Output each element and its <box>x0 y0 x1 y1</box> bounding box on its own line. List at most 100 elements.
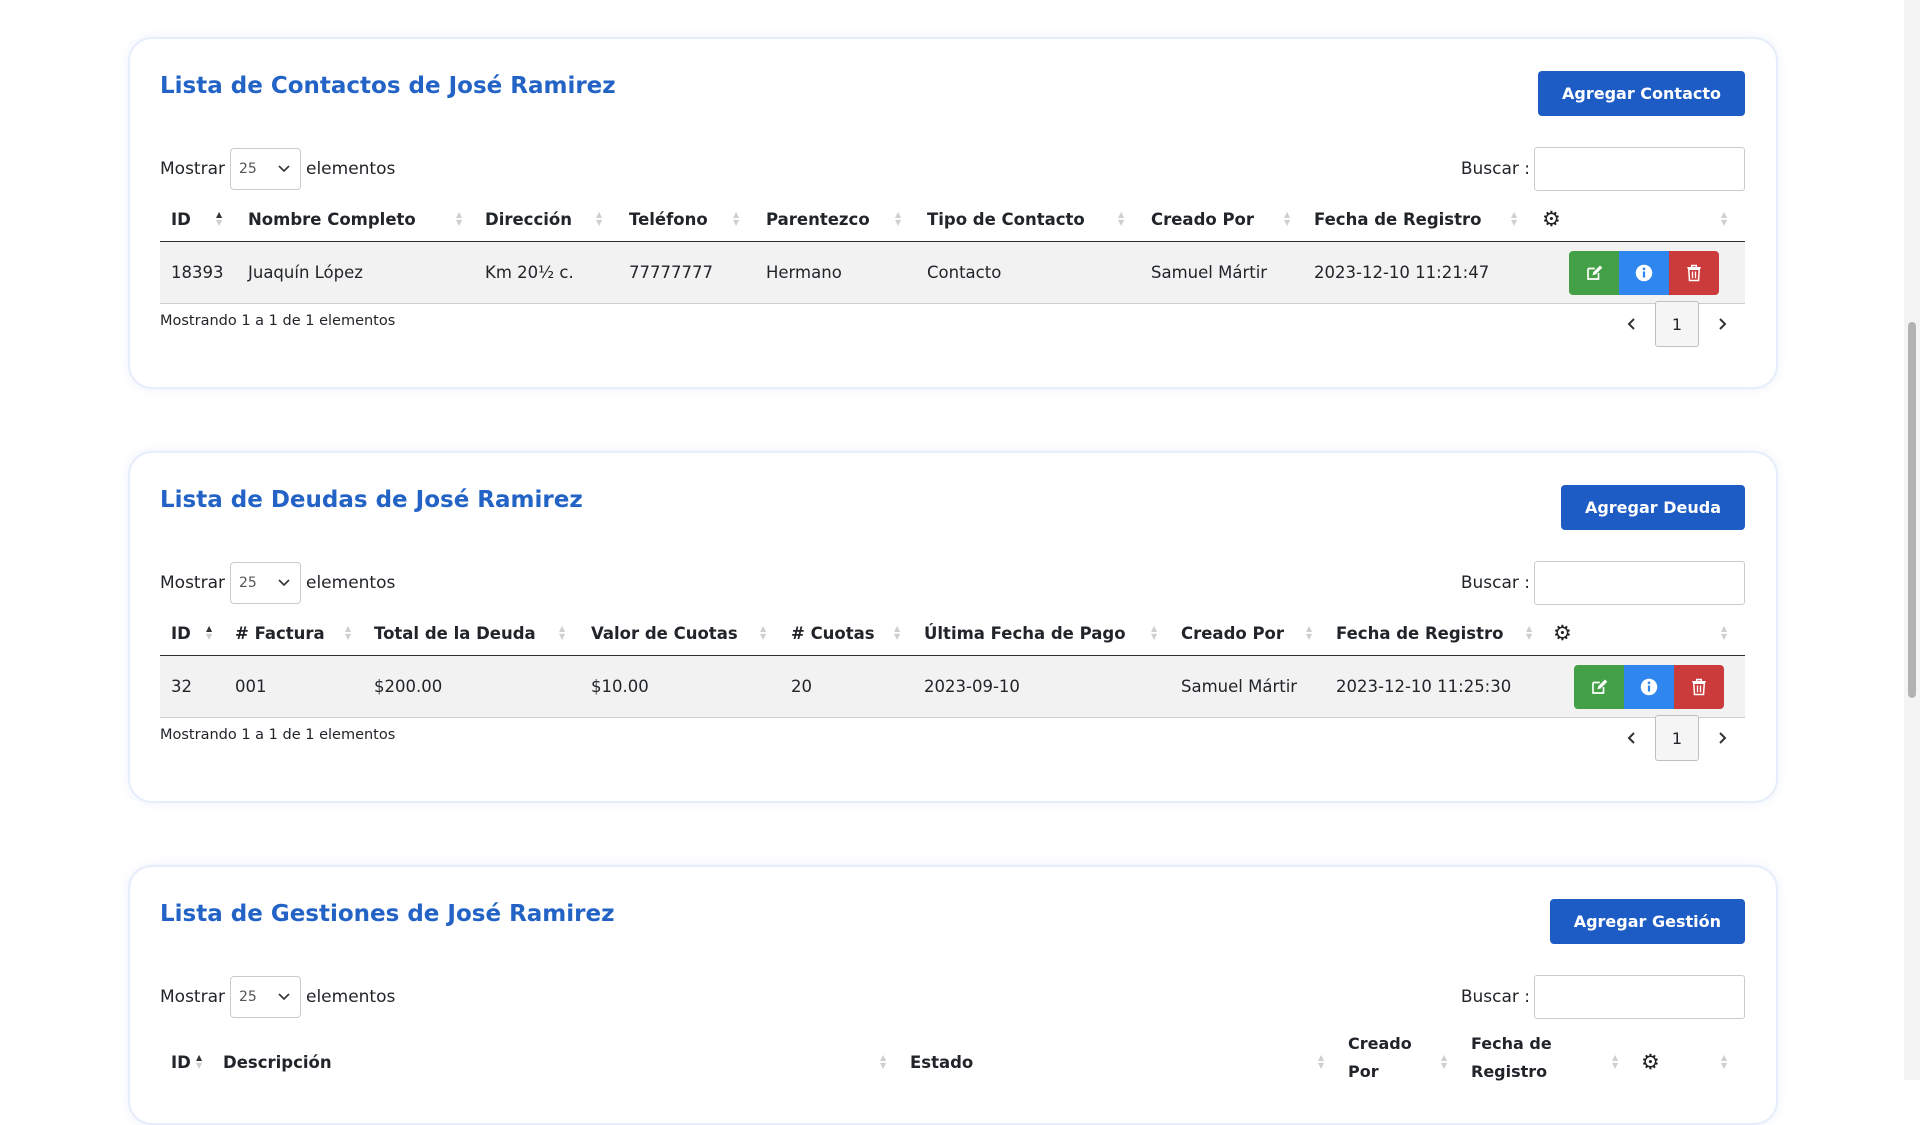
col-header-id[interactable]: ID <box>171 611 191 655</box>
gestiones-card: Lista de Gestiones de José Ramirez Agreg… <box>128 865 1778 1125</box>
add-contact-button[interactable]: Agregar Contacto <box>1538 71 1745 116</box>
sort-icon: ▲ ▼ <box>456 210 463 227</box>
sort-icon: ▲ ▼ <box>1441 1053 1448 1070</box>
sort-icon: ▲ ▼ <box>895 210 902 227</box>
debts-search-input[interactable] <box>1534 561 1745 605</box>
gear-icon: ⚙ <box>1553 621 1572 645</box>
elements-label: elementos <box>306 987 396 1007</box>
cell-cuotas: 20 <box>791 677 812 696</box>
gestiones-search-input[interactable] <box>1534 975 1745 1019</box>
next-page-button[interactable] <box>1699 715 1745 761</box>
edit-icon <box>1592 679 1608 694</box>
row-actions <box>1574 665 1724 709</box>
page-scrollbar[interactable] <box>1904 0 1920 1080</box>
col-header-valor-cuotas[interactable]: Valor de Cuotas <box>591 611 738 655</box>
contacts-search-input[interactable] <box>1534 147 1745 191</box>
col-header-ultima-fecha[interactable]: Última Fecha de Pago <box>924 611 1126 655</box>
page-length-value: 25 <box>239 989 257 1005</box>
cell-id: 18393 <box>171 263 224 282</box>
cell-factura: 001 <box>235 677 267 696</box>
add-debt-button[interactable]: Agregar Deuda <box>1560 485 1745 530</box>
debts-pagination: 1 <box>1609 714 1745 762</box>
debts-search: Buscar : <box>1461 561 1745 605</box>
gestiones-table: ID ▲ ▼ Descripción ▲ ▼ Estado ▲ ▼ Creado Po… <box>160 1031 1745 1093</box>
debts-table-info: Mostrando 1 a 1 de 1 elementos <box>160 727 396 743</box>
chevron-right-icon <box>1719 732 1727 744</box>
gear-icon: ⚙ <box>1641 1050 1660 1074</box>
next-page-button[interactable] <box>1699 301 1745 347</box>
contacts-page-length-select[interactable]: 25 <box>230 148 301 190</box>
cell-direccion: Km 20½ c. <box>485 263 574 282</box>
col-header-fecha[interactable]: Fecha de Registro <box>1314 197 1482 241</box>
contacts-table-info: Mostrando 1 a 1 de 1 elementos <box>160 313 396 329</box>
gear-icon: ⚙ <box>1542 207 1561 231</box>
sort-icon: ▲ ▼ <box>1306 624 1313 641</box>
col-header-creado[interactable]: Creado Por <box>1151 197 1254 241</box>
chevron-down-icon <box>278 579 290 587</box>
col-header-tipo[interactable]: Tipo de Contacto <box>927 197 1085 241</box>
prev-page-button[interactable] <box>1609 715 1655 761</box>
col-header-total[interactable]: Total de la Deuda <box>374 611 536 655</box>
cell-valor-cuotas: $10.00 <box>591 677 649 696</box>
sort-icon: ▲ ▼ <box>880 1053 887 1070</box>
col-header-parentezco[interactable]: Parentezco <box>766 197 870 241</box>
col-header-id[interactable]: ID <box>171 197 191 241</box>
contacts-card: Lista de Contactos de José Ramirez Agreg… <box>128 37 1778 389</box>
chevron-right-icon <box>1719 318 1727 330</box>
col-header-fecha[interactable]: Fecha de Registro <box>1336 611 1504 655</box>
search-label: Buscar : <box>1460 987 1530 1007</box>
info-button[interactable] <box>1619 251 1669 295</box>
cell-total: $200.00 <box>374 677 443 696</box>
gestiones-page-length-select[interactable]: 25 <box>230 976 301 1018</box>
table-header: ID ▲ ▼ Nombre Completo ▲ ▼ Dirección ▲ ▼ Te… <box>160 197 1745 242</box>
cell-creado: Samuel Mártir <box>1181 677 1298 696</box>
contacts-title: Lista de Contactos de José Ramirez <box>160 73 616 99</box>
page-length-value: 25 <box>239 161 257 177</box>
prev-page-button[interactable] <box>1609 301 1655 347</box>
debts-length-control: Mostrar 25 elementos <box>160 561 395 605</box>
scrollbar-thumb[interactable] <box>1908 322 1916 698</box>
sort-icon: ▲ ▼ <box>760 624 767 641</box>
col-header-direccion[interactable]: Dirección <box>485 197 572 241</box>
edit-icon <box>1587 265 1603 280</box>
chevron-left-icon <box>1627 318 1635 330</box>
sort-icon: ▲ ▼ <box>1612 1053 1619 1070</box>
info-button[interactable] <box>1624 665 1674 709</box>
debts-card: Lista de Deudas de José Ramirez Agregar … <box>128 451 1778 803</box>
col-header-creado[interactable]: Creado Por <box>1181 611 1284 655</box>
col-header-id[interactable]: ID <box>171 1040 191 1084</box>
delete-button[interactable] <box>1669 251 1719 295</box>
col-header-factura[interactable]: # Factura <box>235 611 325 655</box>
gestiones-search: Buscar : <box>1461 975 1745 1019</box>
sort-icon: ▲ ▼ <box>559 624 566 641</box>
gestiones-title: Lista de Gestiones de José Ramirez <box>160 901 615 927</box>
col-header-nombre[interactable]: Nombre Completo <box>248 197 416 241</box>
edit-button[interactable] <box>1574 665 1624 709</box>
elements-label: elementos <box>306 159 396 179</box>
show-label: Mostrar <box>160 573 225 593</box>
table-row: 18393 Juaquín López Km 20½ c. 77777777 H… <box>160 242 1745 304</box>
debts-title: Lista de Deudas de José Ramirez <box>160 487 583 513</box>
show-label: Mostrar <box>160 987 225 1007</box>
col-header-telefono[interactable]: Teléfono <box>629 197 708 241</box>
search-label: Buscar : <box>1460 573 1530 593</box>
debts-page-length-select[interactable]: 25 <box>230 562 301 604</box>
sort-icon: ▲ ▼ <box>206 624 213 641</box>
show-label: Mostrar <box>160 159 225 179</box>
page-length-value: 25 <box>239 575 257 591</box>
col-header-estado[interactable]: Estado <box>910 1040 973 1084</box>
table-row: 32 001 $200.00 $10.00 20 2023-09-10 Samu… <box>160 656 1745 718</box>
col-header-cuotas[interactable]: # Cuotas <box>791 611 875 655</box>
debts-table: ID ▲ ▼ # Factura ▲ ▼ Total de la Deuda ▲ ▼ … <box>160 611 1745 718</box>
page-1-button[interactable]: 1 <box>1655 301 1699 347</box>
chevron-left-icon <box>1627 732 1635 744</box>
page-1-button[interactable]: 1 <box>1655 715 1699 761</box>
delete-button[interactable] <box>1674 665 1724 709</box>
sort-icon: ▲ ▼ <box>733 210 740 227</box>
sort-icon: ▲ ▼ <box>894 624 901 641</box>
edit-button[interactable] <box>1569 251 1619 295</box>
add-gestion-button[interactable]: Agregar Gestión <box>1549 899 1745 944</box>
info-icon <box>1640 678 1658 696</box>
col-header-descripcion[interactable]: Descripción <box>223 1040 332 1084</box>
sort-icon: ▲ ▼ <box>1318 1053 1325 1070</box>
